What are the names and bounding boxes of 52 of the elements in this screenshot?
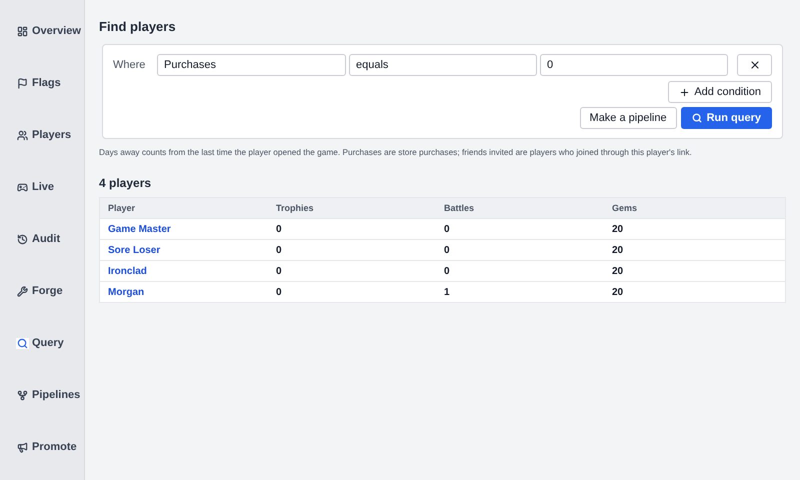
table-cell-text: 20 [611, 286, 624, 300]
table-cell-text: 0 [443, 222, 451, 237]
table-cell-text: 0 [443, 264, 451, 279]
player-link[interactable]: Ironclad [100, 264, 268, 279]
player-link[interactable]: Sore Loser [100, 242, 268, 258]
table-cell-text: 0 [275, 286, 283, 300]
column-header: Gems [611, 202, 638, 215]
people-icon [17, 130, 28, 140]
table-cell-text: 20 [611, 222, 624, 237]
sidebar-item[interactable]: Live [0, 161, 84, 213]
sidebar-item[interactable]: Audit [0, 213, 84, 265]
value-input[interactable]: 0 [540, 54, 728, 76]
pipeline-button[interactable]: Make a pipeline [580, 107, 677, 129]
plus-icon [679, 86, 690, 98]
sidebar-item[interactable]: Overview [0, 5, 84, 57]
dashboard-icon [17, 26, 28, 36]
sidebar-item[interactable]: Query [0, 317, 84, 369]
fork-icon [17, 390, 28, 400]
sidebar-item[interactable]: Flags [0, 57, 84, 109]
table-cell-text: 0 [275, 222, 283, 237]
table-cell-text: 1 [443, 286, 451, 300]
sidebar-item[interactable]: Forge [0, 265, 84, 317]
megaphone-icon [17, 442, 28, 452]
sidebar-item[interactable]: Promote [0, 421, 84, 473]
column-header: Player [107, 202, 136, 215]
help-note: Days away counts from the last time the player opened the game. Purchases are store purchases; friends invited are players who joined through this player's link. [99, 146, 693, 158]
add-condition-button[interactable]: Add condition [668, 81, 772, 103]
where-label: Where [113, 58, 146, 73]
gamepad-icon [17, 182, 28, 192]
table-cell-text: 20 [611, 244, 624, 258]
search-icon [692, 113, 702, 123]
player-link[interactable]: Morgan [100, 284, 268, 300]
table-cell-text: 0 [275, 244, 283, 258]
close-icon [748, 59, 760, 71]
table-cell-text: 0 [443, 244, 451, 258]
remove-button[interactable] [737, 54, 772, 76]
history-icon [17, 234, 28, 244]
table-cell-text: 0 [275, 264, 283, 279]
column-header: Battles [443, 202, 476, 215]
wrench-icon [17, 286, 28, 296]
sidebar-item[interactable]: Players [0, 109, 84, 161]
results-title: 4 players [99, 175, 152, 192]
field-select[interactable]: Purchases [157, 54, 346, 76]
column-header: Trophies [275, 202, 315, 215]
operator-select[interactable]: equals [349, 54, 537, 76]
page-title: Find players [99, 18, 177, 36]
search-icon [17, 338, 28, 348]
player-link[interactable]: Game Master [100, 222, 268, 237]
run-query-button[interactable]: Run query [680, 107, 772, 129]
table-cell-text: 20 [611, 264, 624, 279]
flag-icon [17, 78, 28, 88]
sidebar-item[interactable]: Pipelines [0, 369, 84, 421]
